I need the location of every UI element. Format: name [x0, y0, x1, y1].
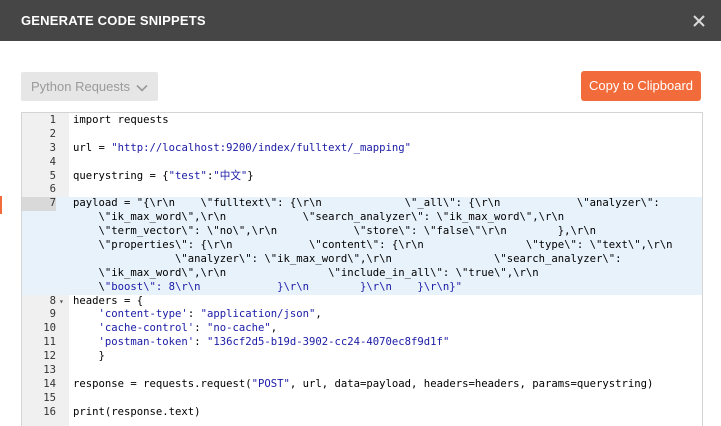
code-line: \"ik_max_word\",\r\n \"search_analyzer\"… — [22, 211, 702, 226]
line-number: 10 — [43, 322, 56, 335]
code-line: \"ik_max_word\",\r\n \"include_in_all\":… — [22, 266, 702, 281]
line-number: 4 — [49, 155, 56, 168]
code-text: \"properties\": {\r\n \"content\": {\r\n… — [73, 239, 673, 252]
code-text: response = requests.request("POST", url,… — [73, 377, 654, 390]
code-line: 15 — [22, 392, 702, 406]
code-line: 5 querystring = {"test":"中文"} — [22, 170, 702, 184]
code-text: \"boost\": 8\r\n }\r\n }\r\n }\r\n}" — [73, 280, 463, 293]
code-text: \"term_vector\": \"no\",\r\n \"store\": … — [73, 225, 597, 238]
copy-to-clipboard-button[interactable]: Copy to Clipboard — [581, 71, 701, 101]
side-accent — [0, 196, 2, 214]
code-text: \"ik_max_word\",\r\n \"include_in_all\":… — [73, 266, 539, 279]
code-line: 1 import requests — [22, 114, 702, 128]
line-number: 7 — [22, 197, 56, 212]
line-number: 3 — [49, 141, 56, 154]
fold-toggle-icon[interactable]: ▾ — [59, 295, 64, 309]
code-text: url = "http://localhost:9200/index/fullt… — [73, 141, 412, 154]
code-lines: 1 import requests 2 3 url = "http://localhos… — [22, 114, 702, 420]
code-line: 16 print(response.text) — [22, 406, 702, 420]
code-line: \"properties\": {\r\n \"content\": {\r\n… — [22, 239, 702, 253]
code-line: 11 'postman-token': "136cf2d5-b19d-3902-… — [22, 336, 702, 350]
code-text: 'cache-control': "no-cache", — [98, 322, 278, 335]
dialog-header: GENERATE CODE SNIPPETS — [0, 0, 721, 41]
language-select-value: Python Requests — [31, 79, 131, 94]
language-select[interactable]: Python Requests — [21, 72, 158, 101]
code-line: 4 — [22, 156, 702, 170]
line-number: 6 — [49, 183, 56, 196]
code-line: 7 payload = "{\r\n \"fulltext\": {\r\n \"… — [22, 197, 702, 212]
chevron-down-icon — [136, 81, 148, 93]
code-line: 2 — [22, 128, 702, 142]
code-line: 9 'content-type': "application/json", — [22, 308, 702, 322]
code-line: 3 url = "http://localhost:9200/index/full… — [22, 142, 702, 156]
dialog-title: GENERATE CODE SNIPPETS — [21, 13, 206, 28]
code-line: 8 ▾ headers = { — [22, 295, 702, 309]
line-number: 5 — [49, 169, 56, 182]
line-number: 2 — [49, 127, 56, 140]
line-number: 12 — [43, 350, 56, 363]
code-text: \"analyzer\": \"ik_max_word\",\r\n \"sea… — [73, 252, 622, 265]
code-editor[interactable]: 1 import requests 2 3 url = "http://localhos… — [21, 112, 703, 426]
code-line: 13 — [22, 364, 702, 378]
line-number: 11 — [43, 336, 56, 349]
line-number: 14 — [43, 377, 56, 390]
code-text: headers = { — [73, 294, 144, 307]
line-number: 16 — [43, 405, 56, 418]
line-number: 9 — [49, 308, 56, 321]
line-number: 15 — [43, 391, 56, 404]
code-line: \"term_vector\": \"no\",\r\n \"store\": … — [22, 225, 702, 240]
code-text: } — [73, 350, 105, 363]
code-text: print(response.text) — [73, 405, 201, 418]
code-line: 14 response = requests.request("POST", ur… — [22, 378, 702, 392]
close-icon[interactable] — [688, 10, 710, 32]
code-text: 'content-type': "application/json", — [98, 308, 322, 321]
code-line: \"analyzer\": \"ik_max_word\",\r\n \"sea… — [22, 252, 702, 267]
code-text: \"ik_max_word\",\r\n \"search_analyzer\"… — [73, 211, 565, 224]
line-number: 13 — [43, 364, 56, 377]
code-line: \"boost\": 8\r\n }\r\n }\r\n }\r\n}" — [22, 280, 702, 295]
code-text: import requests — [73, 114, 169, 126]
line-number: 8 — [49, 294, 56, 307]
line-number: 1 — [49, 114, 56, 126]
code-line: 10 'cache-control': "no-cache", — [22, 322, 702, 336]
code-text: querystring = {"test":"中文"} — [73, 169, 254, 182]
code-line: 12 } — [22, 350, 702, 364]
code-text: payload = "{\r\n \"fulltext\": {\r\n \"_… — [73, 197, 660, 210]
code-text: 'postman-token': "136cf2d5-b19d-3902-cc2… — [98, 336, 450, 349]
code-line: 6 — [22, 183, 702, 197]
